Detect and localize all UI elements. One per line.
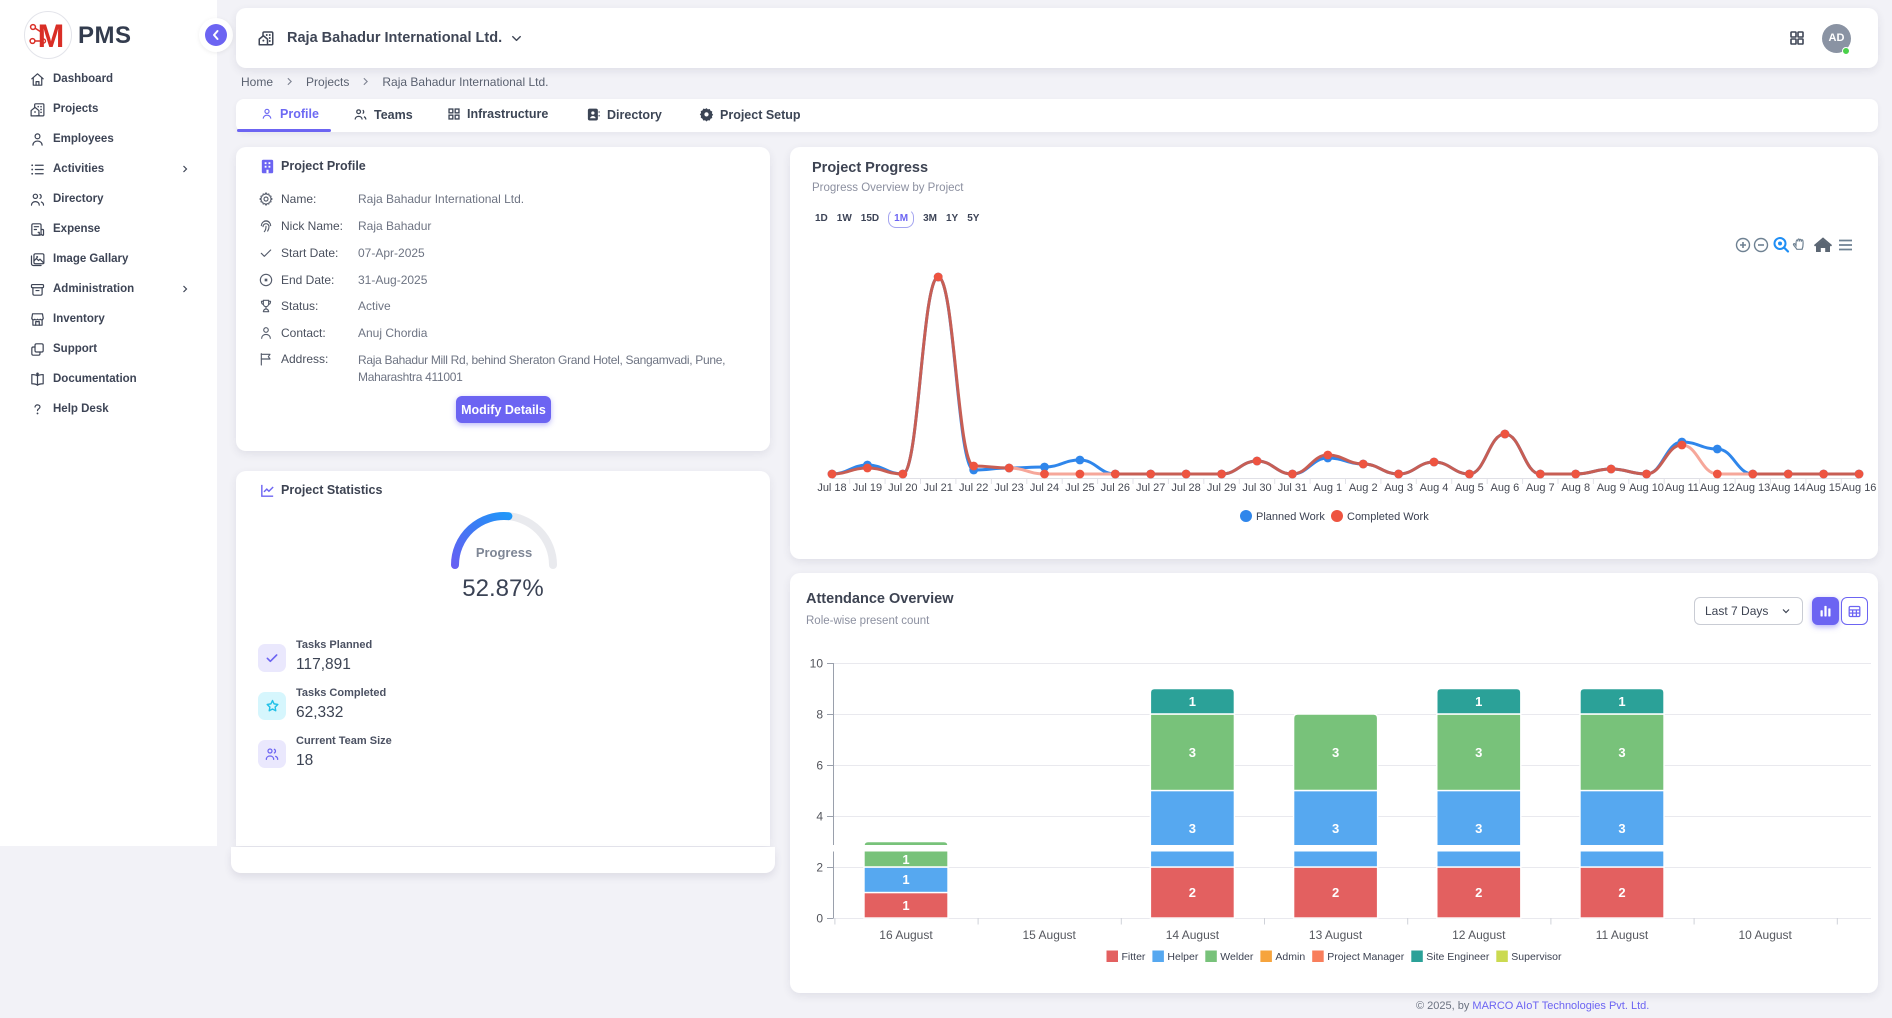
svg-text:3: 3: [1189, 821, 1196, 836]
svg-text:1: 1: [1189, 694, 1196, 709]
svg-text:Jul 27: Jul 27: [1136, 482, 1165, 494]
svg-text:Aug 2: Aug 2: [1349, 482, 1378, 494]
svg-text:2: 2: [816, 861, 823, 875]
svg-text:3: 3: [1618, 745, 1625, 760]
svg-text:Aug 6: Aug 6: [1491, 482, 1520, 494]
svg-text:Project Manager: Project Manager: [1327, 951, 1405, 963]
svg-text:16 August: 16 August: [879, 928, 933, 942]
svg-text:Aug 7: Aug 7: [1526, 482, 1555, 494]
svg-text:Progress: Progress: [476, 545, 532, 560]
svg-text:0: 0: [816, 912, 823, 926]
svg-text:8: 8: [816, 708, 823, 722]
svg-text:Aug 12: Aug 12: [1700, 482, 1735, 494]
svg-text:Jul 30: Jul 30: [1242, 482, 1271, 494]
svg-text:Jul 20: Jul 20: [888, 482, 917, 494]
svg-text:M: M: [38, 18, 65, 54]
svg-text:3: 3: [1475, 821, 1482, 836]
svg-text:Welder: Welder: [1220, 951, 1254, 963]
svg-text:6: 6: [816, 759, 823, 773]
svg-text:3: 3: [1332, 745, 1339, 760]
svg-text:Aug 13: Aug 13: [1735, 482, 1770, 494]
svg-text:10: 10: [810, 657, 824, 671]
svg-text:Helper: Helper: [1167, 951, 1198, 963]
svg-text:Aug 5: Aug 5: [1455, 482, 1484, 494]
svg-text:Aug 16: Aug 16: [1842, 482, 1877, 494]
svg-text:Admin: Admin: [1275, 951, 1305, 963]
svg-text:13 August: 13 August: [1309, 928, 1363, 942]
svg-text:14 August: 14 August: [1166, 928, 1220, 942]
svg-text:Aug 10: Aug 10: [1629, 482, 1664, 494]
svg-text:Completed Work: Completed Work: [1347, 511, 1429, 523]
svg-text:15 August: 15 August: [1023, 928, 1077, 942]
svg-text:Aug 15: Aug 15: [1806, 482, 1841, 494]
svg-text:Jul 29: Jul 29: [1207, 482, 1236, 494]
svg-text:11 August: 11 August: [1596, 928, 1649, 942]
svg-text:Jul 23: Jul 23: [994, 482, 1023, 494]
svg-text:2: 2: [1332, 885, 1339, 900]
svg-text:2: 2: [1189, 885, 1196, 900]
svg-text:1: 1: [1618, 694, 1625, 709]
svg-text:Jul 18: Jul 18: [817, 482, 846, 494]
svg-text:Jul 22: Jul 22: [959, 482, 988, 494]
svg-text:1: 1: [1475, 694, 1482, 709]
svg-text:4: 4: [816, 810, 823, 824]
svg-text:Jul 28: Jul 28: [1171, 482, 1200, 494]
svg-text:Jul 31: Jul 31: [1278, 482, 1307, 494]
svg-text:2: 2: [1475, 885, 1482, 900]
svg-text:Aug 1: Aug 1: [1313, 482, 1342, 494]
svg-text:3: 3: [1475, 745, 1482, 760]
svg-text:1: 1: [902, 872, 909, 887]
svg-text:3: 3: [1332, 821, 1339, 836]
svg-text:Fitter: Fitter: [1122, 951, 1146, 963]
svg-text:Jul 21: Jul 21: [924, 482, 953, 494]
svg-text:Jul 26: Jul 26: [1101, 482, 1130, 494]
svg-text:1: 1: [902, 852, 909, 867]
svg-text:12 August: 12 August: [1452, 928, 1506, 942]
svg-text:2: 2: [1618, 885, 1625, 900]
svg-text:3: 3: [1618, 821, 1625, 836]
svg-text:Aug 14: Aug 14: [1771, 482, 1806, 494]
svg-text:Aug 11: Aug 11: [1665, 482, 1699, 494]
svg-text:Aug 3: Aug 3: [1384, 482, 1413, 494]
svg-text:Supervisor: Supervisor: [1511, 951, 1562, 963]
svg-text:1: 1: [902, 898, 909, 913]
svg-text:Jul 24: Jul 24: [1030, 482, 1059, 494]
svg-text:Jul 19: Jul 19: [853, 482, 882, 494]
svg-text:Jul 25: Jul 25: [1065, 482, 1094, 494]
svg-text:Site Engineer: Site Engineer: [1426, 951, 1490, 963]
svg-text:Aug 4: Aug 4: [1420, 482, 1449, 494]
svg-text:Planned Work: Planned Work: [1256, 511, 1325, 523]
svg-text:Aug 9: Aug 9: [1597, 482, 1626, 494]
svg-text:Aug 8: Aug 8: [1561, 482, 1590, 494]
svg-text:3: 3: [1189, 745, 1196, 760]
svg-text:10 August: 10 August: [1739, 928, 1793, 942]
